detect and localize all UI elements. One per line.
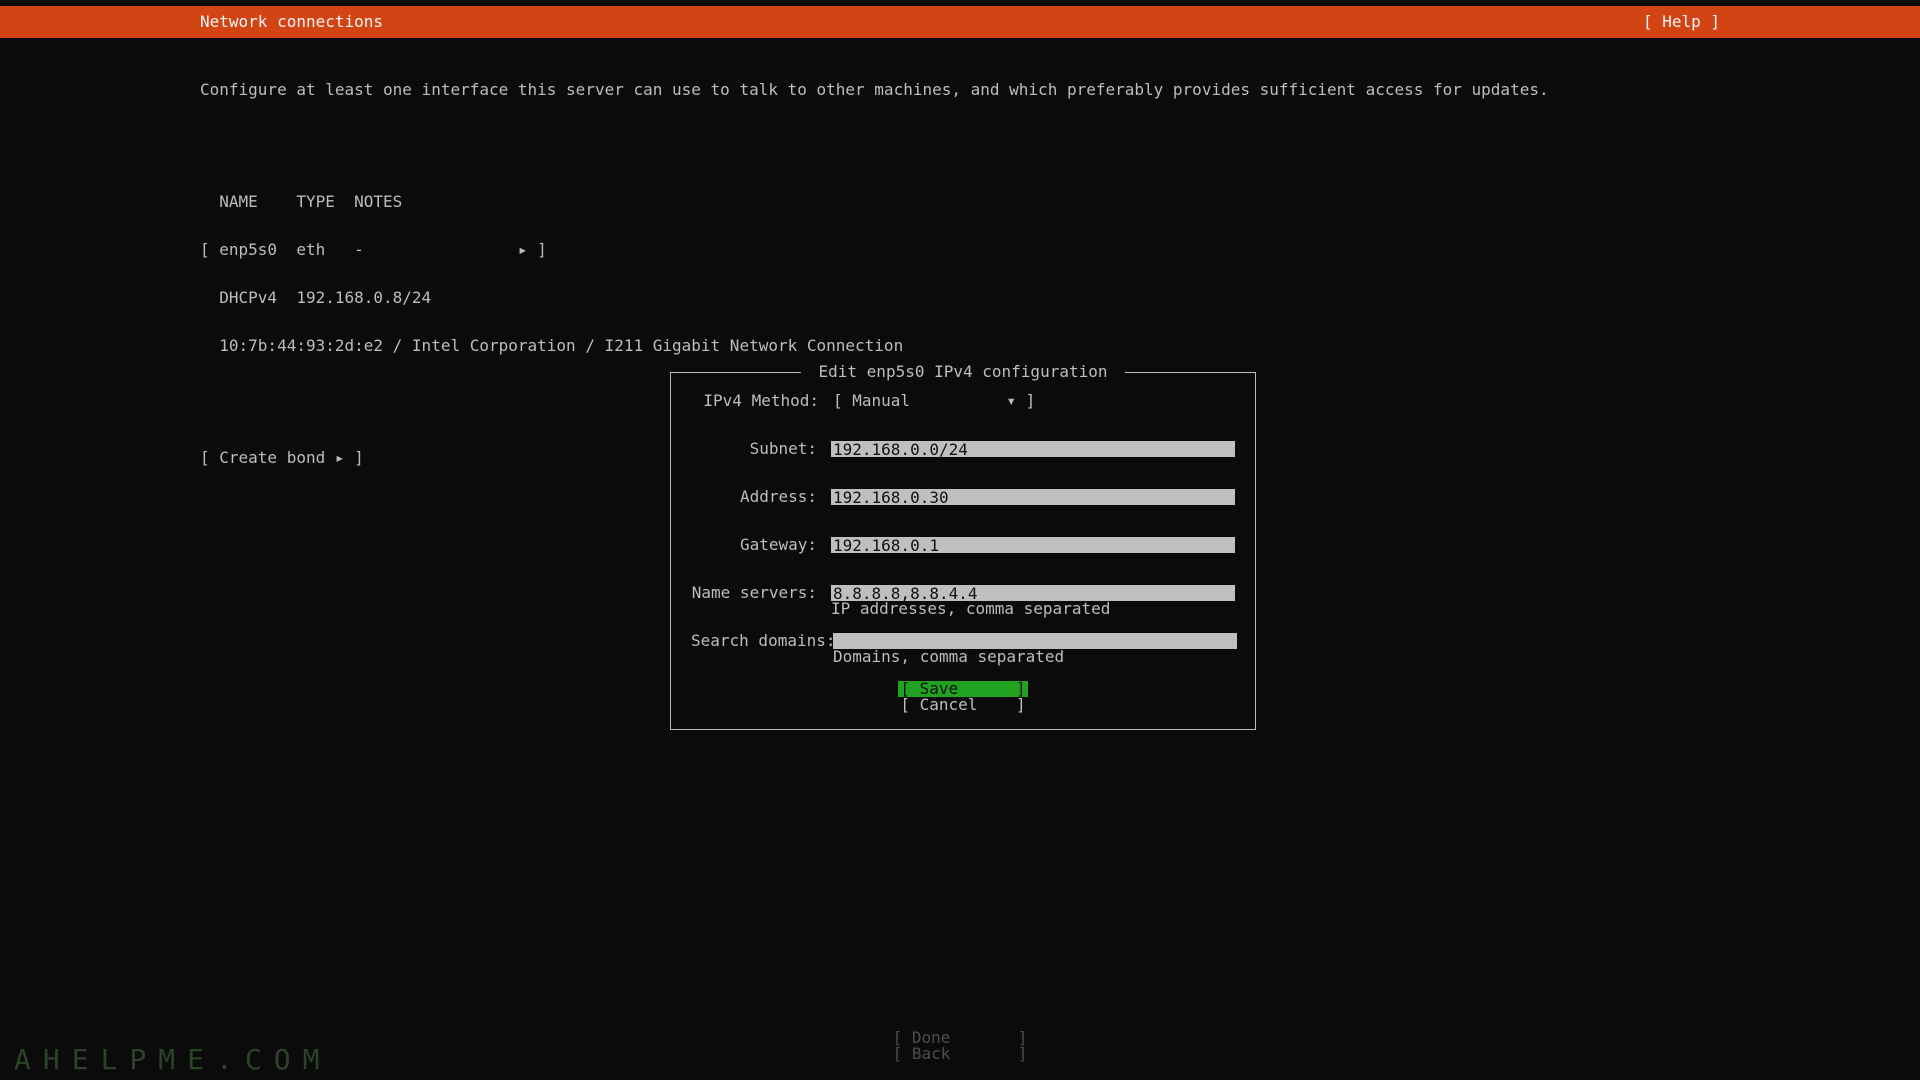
name-servers-hint: IP addresses, comma separated — [831, 601, 1235, 617]
header-bar: Network connections [ Help ] — [0, 6, 1920, 38]
interface-header: NAME TYPE NOTES — [200, 194, 1720, 210]
gateway-label: Gateway: — [691, 537, 817, 553]
search-domains-label: Search domains: — [691, 633, 819, 649]
installer-screen: Network connections [ Help ] Configure a… — [0, 0, 1920, 1080]
interface-hw-line: 10:7b:44:93:2d:e2 / Intel Corporation / … — [200, 338, 1720, 354]
interface-entry-enp5s0[interactable]: [ enp5s0 eth - ▸ ] — [200, 242, 1720, 258]
name-servers-label: Name servers: — [691, 585, 817, 601]
ipv4-method-select[interactable]: [ Manual ▾ ] — [833, 393, 1035, 409]
ipv4-method-label: IPv4 Method: — [691, 393, 819, 409]
cancel-button[interactable]: [ Cancel ] — [900, 697, 1025, 713]
subnet-label: Subnet: — [691, 441, 817, 457]
search-domains-hint: Domains, comma separated — [833, 649, 1237, 665]
page-title: Network connections — [200, 14, 383, 30]
subnet-input[interactable] — [831, 441, 1235, 457]
gateway-input[interactable] — [831, 537, 1235, 553]
interface-dhcp-line: DHCPv4 192.168.0.8/24 — [200, 290, 1720, 306]
instructions-text: Configure at least one interface this se… — [200, 82, 1720, 98]
interface-list: NAME TYPE NOTES [ enp5s0 eth - ▸ ] DHCPv… — [200, 162, 1720, 386]
address-input[interactable] — [831, 489, 1235, 505]
address-label: Address: — [691, 489, 817, 505]
help-button[interactable]: [ Help ] — [1643, 14, 1720, 30]
dialog-title: Edit enp5s0 IPv4 configuration — [801, 364, 1125, 380]
watermark-text: AHELPME.COM — [14, 1052, 331, 1068]
back-button[interactable]: [ Back ] — [893, 1046, 1028, 1062]
ipv4-config-dialog: Edit enp5s0 IPv4 configuration IPv4 Meth… — [670, 372, 1256, 730]
